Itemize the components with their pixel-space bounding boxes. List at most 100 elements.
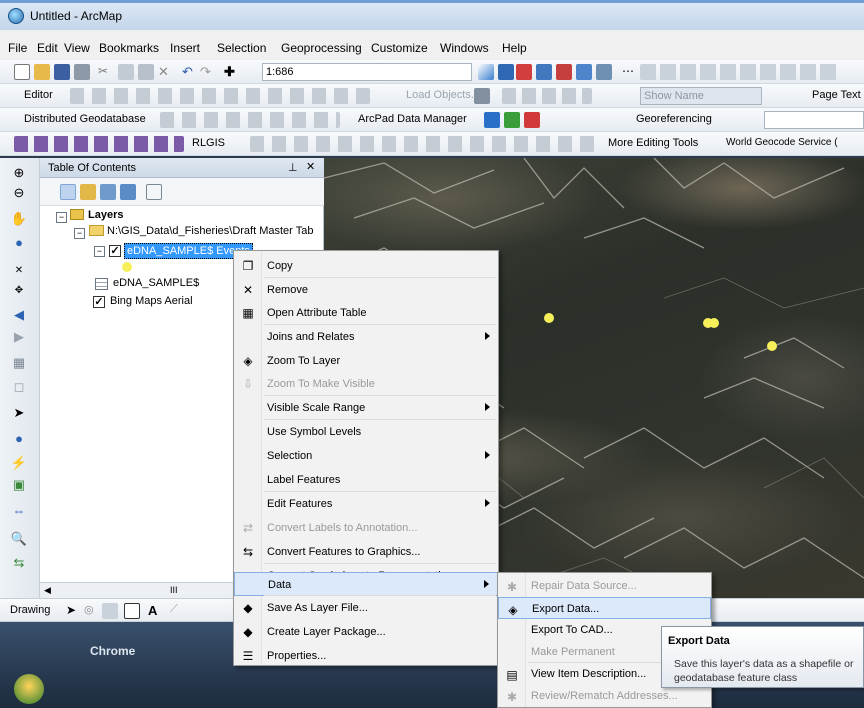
paste-icon[interactable] xyxy=(138,64,154,80)
zoom-in-icon[interactable]: ⊕ xyxy=(10,164,28,182)
close-icon[interactable]: ✕ xyxy=(306,160,315,173)
menu-item-zoom-to-layer[interactable]: ◈ Zoom To Layer xyxy=(234,349,498,373)
arcpad-check-icon[interactable] xyxy=(524,112,540,128)
arcpad-data-manager-menu[interactable]: ArcPad Data Manager xyxy=(358,113,467,125)
topology-icon[interactable] xyxy=(474,88,490,104)
point-symbol-icon[interactable] xyxy=(122,262,132,272)
menu-item-convert-features-to-graphics[interactable]: ⇆ Convert Features to Graphics... xyxy=(234,540,498,564)
hyperlink-icon[interactable]: ⚡ xyxy=(10,454,28,472)
select-features-icon[interactable]: ▦ xyxy=(10,354,28,372)
catalog-icon[interactable] xyxy=(516,64,532,80)
identify-icon[interactable]: ● xyxy=(10,430,28,448)
clear-selection-icon[interactable]: ◻ xyxy=(10,378,28,396)
list-by-drawing-order-icon[interactable] xyxy=(60,184,76,200)
cut-icon[interactable]: ✂ xyxy=(98,64,114,80)
scroll-left-icon[interactable]: ◀ xyxy=(44,585,51,596)
undo-icon[interactable]: ↶ xyxy=(182,64,198,80)
scrollbar-grip[interactable]: III xyxy=(170,585,178,595)
toc-icon[interactable] xyxy=(498,64,514,80)
find-route-icon[interactable]: ⇆ xyxy=(10,554,28,572)
menu-item-save-as-layer-file[interactable]: ◆ Save As Layer File... xyxy=(234,596,498,620)
list-by-visibility-icon[interactable] xyxy=(100,184,116,200)
zoom-out-icon[interactable]: ⊖ xyxy=(10,184,28,202)
toolbar-options-icon[interactable]: ⋯ xyxy=(622,64,638,80)
toc-options-icon[interactable] xyxy=(146,184,162,200)
back-extent-icon[interactable]: ◀ xyxy=(10,306,28,324)
arcpad-get-icon[interactable] xyxy=(484,112,500,128)
menu-item-properties[interactable]: ☰ Properties... xyxy=(234,644,498,668)
editor-menu[interactable]: Editor xyxy=(24,89,53,101)
pin-icon[interactable]: ⊥ xyxy=(288,161,298,174)
menu-item-data[interactable]: Data xyxy=(234,572,498,596)
world-geocode-service-label[interactable]: World Geocode Service ( xyxy=(726,137,838,148)
select-elements-icon[interactable]: ➤ xyxy=(10,404,28,422)
menu-file[interactable]: File xyxy=(8,41,27,55)
georef-layer-dropdown[interactable] xyxy=(764,111,864,129)
drawing-menu[interactable]: Drawing xyxy=(10,604,50,616)
rotate-icon[interactable]: ◎ xyxy=(84,603,100,619)
full-extent-icon[interactable]: ● xyxy=(10,234,28,252)
more-editing-tools-menu[interactable]: More Editing Tools xyxy=(608,137,698,149)
measure-icon[interactable]: ⇔ xyxy=(10,502,28,520)
menu-item-open-attribute-table[interactable]: ▦ Open Attribute Table xyxy=(234,301,498,325)
find-icon[interactable]: 🔍 xyxy=(10,530,28,548)
list-by-source-icon[interactable] xyxy=(80,184,96,200)
menu-item-joins-and-relates[interactable]: Joins and Relates xyxy=(234,325,498,349)
menu-help[interactable]: Help xyxy=(502,41,527,55)
basemap-checkbox[interactable]: ✓ xyxy=(93,296,105,308)
menu-geoprocessing[interactable]: Geoprocessing xyxy=(281,41,362,55)
open-icon[interactable] xyxy=(34,64,50,80)
table-layer-name[interactable]: eDNA_SAMPLE$ xyxy=(113,277,199,289)
collapse-folder-icon[interactable]: − xyxy=(74,228,85,239)
menu-customize[interactable]: Customize xyxy=(371,41,428,55)
zoom-whole-page-icon[interactable] xyxy=(102,603,118,619)
arcgis-taskbar-icon[interactable] xyxy=(14,674,44,704)
menu-item-edit-features[interactable]: Edit Features xyxy=(234,492,498,516)
copy-tool-icon[interactable] xyxy=(118,64,134,80)
menu-insert[interactable]: Insert xyxy=(170,41,200,55)
delete-icon[interactable]: ✕ xyxy=(158,64,174,80)
folder-path-label[interactable]: N:\GIS_Data\d_Fisheries\Draft Master Tab xyxy=(107,225,313,237)
fixed-zoom-in-icon[interactable]: ✕ xyxy=(10,262,28,280)
menu-item-copy[interactable]: ❐ Copy xyxy=(234,254,498,278)
menu-windows[interactable]: Windows xyxy=(440,41,489,55)
save-icon[interactable] xyxy=(54,64,70,80)
menu-item-label-features[interactable]: Label Features xyxy=(234,468,498,492)
html-popup-icon[interactable]: ▣ xyxy=(10,476,28,494)
arctoolbox-icon[interactable] xyxy=(556,64,572,80)
menu-edit[interactable]: Edit xyxy=(37,41,58,55)
rlgis-tools-strip[interactable] xyxy=(14,136,184,152)
menu-bookmarks[interactable]: Bookmarks xyxy=(99,41,159,55)
new-icon[interactable] xyxy=(14,64,30,80)
menu-item-create-layer-package[interactable]: ◆ Create Layer Package... xyxy=(234,620,498,644)
select-elements-tool-icon[interactable]: ➤ xyxy=(66,603,82,619)
text-icon[interactable]: A xyxy=(148,603,164,619)
pan-icon[interactable]: ✋ xyxy=(10,210,28,228)
menu-selection[interactable]: Selection xyxy=(217,41,266,55)
collapse-layer-icon[interactable]: − xyxy=(94,246,105,257)
show-name-dropdown[interactable]: Show Name xyxy=(640,87,762,105)
python-icon[interactable] xyxy=(576,64,592,80)
load-objects-button[interactable]: Load Objects... xyxy=(406,89,480,101)
edit-vertices-icon[interactable]: ⟋ xyxy=(170,603,186,619)
sample-point[interactable] xyxy=(709,318,719,328)
list-by-selection-icon[interactable] xyxy=(120,184,136,200)
scale-dropdown[interactable]: 1:686 xyxy=(262,63,472,81)
menu-item-visible-scale-range[interactable]: Visible Scale Range xyxy=(234,396,498,420)
basemap-layer-name[interactable]: Bing Maps Aerial xyxy=(110,295,193,307)
print-icon[interactable] xyxy=(74,64,90,80)
collapse-layers-icon[interactable]: − xyxy=(56,212,67,223)
search-window-icon[interactable] xyxy=(536,64,552,80)
submenu-item-export-data[interactable]: ◈ Export Data... xyxy=(498,597,711,619)
fixed-zoom-out-icon[interactable]: ✥ xyxy=(10,282,28,300)
menu-view[interactable]: View xyxy=(64,41,90,55)
distributed-geodatabase-menu[interactable]: Distributed Geodatabase xyxy=(24,113,146,125)
menu-item-remove[interactable]: ✕ Remove xyxy=(234,278,498,302)
layers-label[interactable]: Layers xyxy=(88,209,123,221)
redo-icon[interactable]: ↷ xyxy=(200,64,216,80)
rectangle-icon[interactable] xyxy=(124,603,140,619)
sample-point[interactable] xyxy=(767,341,777,351)
forward-extent-icon[interactable]: ▶ xyxy=(10,328,28,346)
arcpad-put-icon[interactable] xyxy=(504,112,520,128)
add-data-icon[interactable]: ✚ xyxy=(224,64,240,80)
